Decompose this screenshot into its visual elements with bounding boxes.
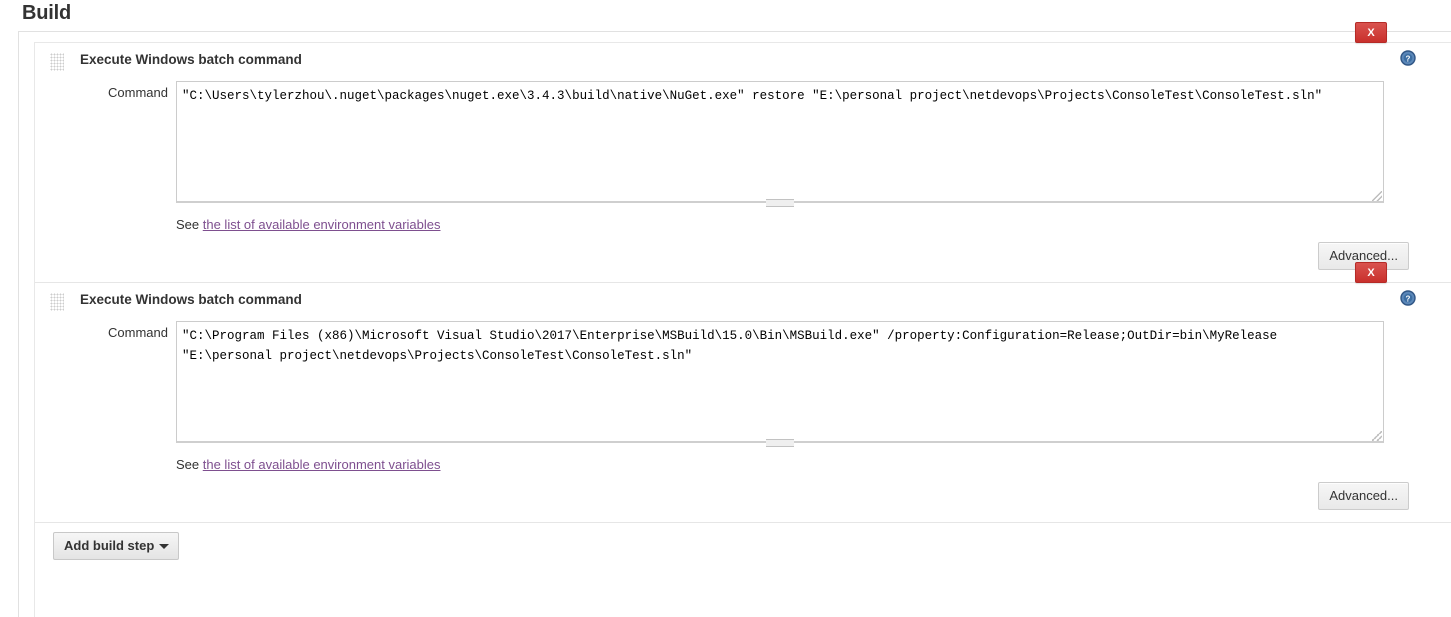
help-circle-icon[interactable]: ?	[1400, 50, 1416, 66]
textarea-resize-corner-icon[interactable]	[1372, 191, 1382, 201]
environment-variables-link[interactable]: the list of available environment variab…	[203, 457, 441, 472]
build-step-header: Execute Windows batch command X ?	[35, 22, 1451, 81]
svg-text:?: ?	[1406, 54, 1411, 63]
chevron-down-icon	[159, 544, 170, 549]
environment-variables-hint: See the list of available environment va…	[176, 203, 1451, 232]
command-textarea-wrapper	[176, 321, 1384, 447]
command-input[interactable]	[176, 81, 1384, 203]
help-circle-icon[interactable]: ?	[1400, 290, 1416, 306]
textarea-resize-grip[interactable]	[766, 439, 794, 447]
build-step-title: Execute Windows batch command	[80, 292, 302, 307]
delete-build-step-button[interactable]: X	[1355, 22, 1387, 43]
env-hint-prefix: See	[176, 217, 203, 232]
build-step-header: Execute Windows batch command X ?	[35, 262, 1451, 321]
add-build-step-button[interactable]: Add build step	[53, 532, 180, 560]
delete-build-step-button[interactable]: X	[1355, 262, 1387, 283]
svg-text:?: ?	[1406, 294, 1411, 303]
textarea-resize-corner-icon[interactable]	[1372, 431, 1382, 441]
build-step-block: Execute Windows batch command X ? Comman…	[35, 22, 1451, 282]
command-field-row: Command	[35, 81, 1451, 207]
env-hint-prefix: See	[176, 457, 203, 472]
drag-handle-icon[interactable]	[50, 293, 64, 311]
command-label: Command	[108, 325, 168, 340]
build-step-title: Execute Windows batch command	[80, 52, 302, 67]
command-input[interactable]	[176, 321, 1384, 443]
build-footer: Add build step	[35, 522, 1451, 565]
drag-handle-icon[interactable]	[50, 53, 64, 71]
add-build-step-label: Add build step	[64, 538, 155, 553]
advanced-row: Advanced...	[35, 232, 1451, 282]
textarea-resize-grip[interactable]	[766, 199, 794, 207]
build-form-outer: Execute Windows batch command X ? Comman…	[18, 22, 1451, 617]
build-form-inner: Execute Windows batch command X ? Comman…	[34, 22, 1451, 617]
command-textarea-wrapper	[176, 81, 1384, 207]
environment-variables-hint: See the list of available environment va…	[176, 443, 1451, 472]
advanced-button[interactable]: Advanced...	[1318, 482, 1409, 510]
command-field-row: Command	[35, 321, 1451, 447]
environment-variables-link[interactable]: the list of available environment variab…	[203, 217, 441, 232]
page-title: Build	[22, 2, 71, 24]
build-step-block: Execute Windows batch command X ? Comman…	[35, 262, 1451, 522]
command-label: Command	[108, 85, 168, 100]
advanced-row: Advanced...	[35, 472, 1451, 522]
